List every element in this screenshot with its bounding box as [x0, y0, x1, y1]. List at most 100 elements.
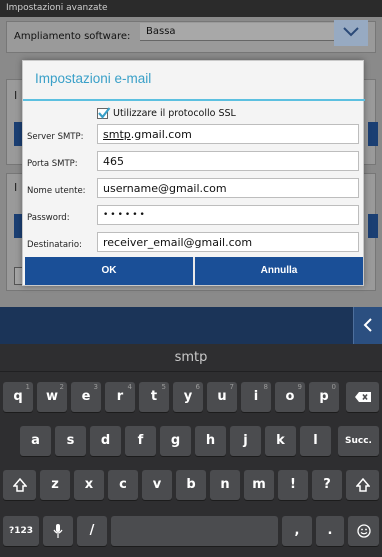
symbols-key[interactable]: ?123	[3, 516, 39, 546]
card-heading-letter: I	[14, 89, 18, 102]
software-enhancement-value: Bassa	[146, 26, 176, 37]
software-enhancement-label: Ampliamento software:	[14, 31, 131, 42]
key-label: u	[217, 389, 227, 404]
key-v[interactable]: v	[142, 470, 172, 500]
smtp-port-label: Porta SMTP:	[27, 159, 78, 169]
space-key[interactable]	[111, 516, 278, 546]
title-bar: Impostazioni avanzate	[0, 0, 382, 17]
ssl-checkbox[interactable]	[97, 106, 111, 119]
shift-icon	[355, 478, 370, 492]
chevron-left-icon	[363, 318, 372, 332]
key-j[interactable]: j	[230, 426, 261, 456]
key-exclamation[interactable]: !	[278, 470, 308, 500]
key-question[interactable]: ?	[312, 470, 342, 500]
key-f[interactable]: f	[125, 426, 156, 456]
key-label: e	[81, 389, 91, 404]
key-hint: 3	[93, 383, 98, 391]
screen-title: Impostazioni avanzate	[6, 3, 108, 13]
smtp-server-value-underlined: smtp	[103, 128, 131, 141]
recipient-label: Destinatario:	[27, 240, 82, 250]
ssl-option[interactable]: Utilizzare il protocollo SSL	[97, 105, 236, 121]
software-enhancement-select[interactable]: Bassa	[140, 23, 334, 41]
key-label: q	[13, 389, 23, 404]
title-divider	[23, 99, 365, 101]
key-n[interactable]: n	[210, 470, 240, 500]
key-e[interactable]: 3e	[71, 382, 101, 412]
key-c[interactable]: c	[108, 470, 138, 500]
key-label: t	[150, 389, 158, 404]
key-hint: 4	[127, 383, 132, 391]
key-p[interactable]: 0p	[309, 382, 339, 412]
key-d[interactable]: d	[90, 426, 121, 456]
password-input[interactable]: ••••••	[97, 205, 359, 225]
key-hint: 9	[297, 383, 302, 391]
card-button-edge-right	[368, 122, 378, 146]
enter-key[interactable]: Succ.	[338, 426, 379, 456]
key-i[interactable]: 8i	[241, 382, 271, 412]
card-heading-letter-2: I	[14, 181, 18, 194]
password-label: Password:	[27, 213, 70, 223]
chevron-down-icon[interactable]	[334, 20, 368, 46]
smtp-port-input[interactable]: 465	[97, 151, 359, 171]
key-label: y	[183, 389, 193, 404]
backspace-key[interactable]	[346, 382, 379, 412]
key-hint: 2	[59, 383, 64, 391]
checkmark-icon	[98, 106, 111, 119]
key-w[interactable]: 2w	[37, 382, 67, 412]
key-a[interactable]: a	[20, 426, 51, 456]
key-hint: 7	[229, 383, 234, 391]
key-q[interactable]: 1q	[3, 382, 33, 412]
key-label: i	[253, 389, 259, 404]
key-x[interactable]: x	[74, 470, 104, 500]
key-o[interactable]: 9o	[275, 382, 305, 412]
key-hint: 1	[25, 383, 30, 391]
key-g[interactable]: g	[160, 426, 191, 456]
suggestion-strip[interactable]: smtp	[0, 344, 382, 372]
soft-keyboard: smtp 1q2w3e4r5t6y7u8i9o0p asdfghjkl Succ…	[0, 344, 382, 557]
microphone-icon	[53, 524, 63, 538]
smtp-server-label: Server SMTP:	[27, 132, 84, 142]
smtp-server-input[interactable]: smtp.gmail.com	[97, 124, 359, 144]
comma-key[interactable]: ,	[282, 516, 312, 546]
smtp-server-value-rest: .gmail.com	[130, 128, 192, 141]
slash-key[interactable]: /	[77, 516, 107, 546]
cancel-button[interactable]: Annulla	[193, 257, 363, 285]
key-label: p	[319, 389, 329, 404]
email-settings-dialog: Impostazioni e-mail Utilizzare il protoc…	[22, 60, 365, 286]
backspace-icon	[354, 392, 371, 402]
key-l[interactable]: l	[300, 426, 331, 456]
key-label: o	[285, 389, 295, 404]
username-input[interactable]: username@gmail.com	[97, 178, 359, 198]
key-r[interactable]: 4r	[105, 382, 135, 412]
key-u[interactable]: 7u	[207, 382, 237, 412]
key-t[interactable]: 5t	[139, 382, 169, 412]
emoji-key[interactable]	[348, 516, 379, 546]
voice-input-key[interactable]	[43, 516, 73, 546]
key-h[interactable]: h	[195, 426, 226, 456]
ssl-label: Utilizzare il protocollo SSL	[113, 107, 236, 119]
key-y[interactable]: 6y	[173, 382, 203, 412]
key-label: w	[45, 389, 58, 404]
dialog-title: Impostazioni e-mail	[35, 71, 152, 86]
key-hint: 0	[331, 383, 336, 391]
card-button-edge-right-2	[368, 214, 378, 238]
smiley-icon	[356, 524, 371, 538]
shift-key-right[interactable]	[346, 470, 379, 500]
key-s[interactable]: s	[55, 426, 86, 456]
key-k[interactable]: k	[265, 426, 296, 456]
key-hint: 5	[161, 383, 166, 391]
keyboard-top-bar	[0, 307, 382, 344]
collapse-button[interactable]	[353, 307, 382, 344]
key-b[interactable]: b	[176, 470, 206, 500]
shift-key-left[interactable]	[3, 470, 36, 500]
username-label: Nome utente:	[27, 186, 86, 196]
period-key[interactable]: .	[316, 516, 344, 546]
ok-button[interactable]: OK	[25, 257, 193, 285]
recipient-input[interactable]: receiver_email@gmail.com	[97, 232, 359, 252]
suggestion-word[interactable]: smtp	[175, 350, 208, 365]
shift-icon	[12, 478, 27, 492]
dialog-buttons: OK Annulla	[25, 257, 363, 285]
key-z[interactable]: z	[40, 470, 70, 500]
key-hint: 6	[195, 383, 200, 391]
key-m[interactable]: m	[244, 470, 274, 500]
